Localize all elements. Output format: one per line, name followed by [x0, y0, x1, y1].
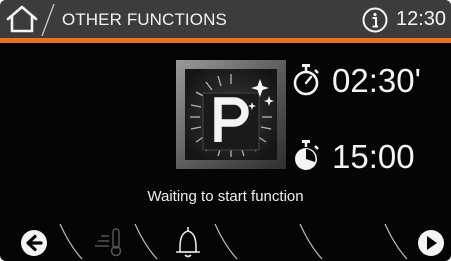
accent-line [0, 38, 451, 43]
page-title: OTHER FUNCTIONS [62, 10, 227, 29]
pyrolysis-clean-icon [176, 60, 286, 169]
thermometer-icon[interactable] [95, 228, 122, 257]
stopwatch-icon [293, 64, 319, 96]
back-button[interactable] [21, 230, 47, 256]
header-bar: OTHER FUNCTIONS 12:30 [0, 0, 451, 38]
status-text: Waiting to start function [147, 188, 304, 205]
oven-display: OTHER FUNCTIONS 12:30 02:30' 15:00 Waiti… [0, 0, 451, 261]
home-icon[interactable] [6, 5, 38, 33]
clock-time: 12:30 [396, 8, 447, 30]
end-timer-icon [295, 140, 319, 170]
duration-value: 02:30' [332, 62, 421, 99]
info-icon[interactable] [362, 7, 388, 33]
footer-nav [21, 223, 444, 260]
forward-button[interactable] [418, 230, 444, 256]
end-time-value: 15:00 [332, 138, 415, 175]
bell-icon[interactable] [176, 227, 200, 258]
header-divider [41, 3, 55, 37]
